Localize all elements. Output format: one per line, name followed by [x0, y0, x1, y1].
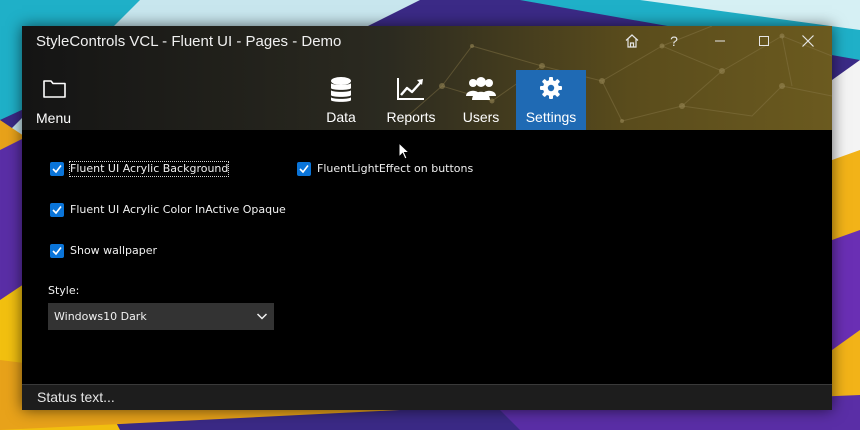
- settings-page: Fluent UI Acrylic Background Fluent UI A…: [22, 130, 832, 384]
- nav-tabs: Data Reports Users Settings: [306, 70, 586, 130]
- option-label: Fluent UI Acrylic Color InActive Opaque: [70, 203, 286, 216]
- tab-reports[interactable]: Reports: [376, 70, 446, 130]
- chevron-down-icon: [256, 313, 268, 320]
- check-icon: [52, 165, 62, 174]
- maximize-icon: [759, 36, 769, 46]
- help-button[interactable]: ?: [652, 26, 696, 56]
- database-icon: [331, 77, 351, 102]
- option-label: Fluent UI Acrylic Background: [68, 161, 230, 177]
- style-select[interactable]: Windows10 Dark: [48, 303, 274, 330]
- check-icon: [299, 165, 309, 174]
- tab-settings[interactable]: Settings: [516, 70, 586, 130]
- checkbox-checked[interactable]: [297, 162, 311, 176]
- minimize-icon: [715, 40, 725, 42]
- check-icon: [52, 247, 62, 256]
- option-show-wallpaper[interactable]: Show wallpaper: [50, 244, 157, 258]
- option-acrylic-color-inactive-opaque[interactable]: Fluent UI Acrylic Color InActive Opaque: [50, 203, 286, 217]
- app-window: StyleControls VCL - Fluent UI - Pages - …: [22, 26, 832, 410]
- folder-icon: [43, 80, 66, 98]
- status-bar: Status text...: [22, 384, 832, 410]
- help-icon: ?: [670, 33, 678, 49]
- window-title: StyleControls VCL - Fluent UI - Pages - …: [36, 33, 342, 50]
- check-icon: [52, 206, 62, 215]
- tab-data-label: Data: [326, 109, 356, 125]
- maximize-button[interactable]: [742, 26, 786, 56]
- title-header: StyleControls VCL - Fluent UI - Pages - …: [22, 26, 832, 130]
- option-label: FluentLightEffect on buttons: [317, 162, 474, 175]
- menu-button[interactable]: Menu: [28, 72, 90, 130]
- mouse-cursor-icon: [398, 142, 411, 160]
- close-button[interactable]: [786, 26, 830, 56]
- style-select-value: Windows10 Dark: [54, 310, 147, 323]
- users-icon: [466, 77, 496, 100]
- checkbox-checked[interactable]: [50, 244, 64, 258]
- option-acrylic-background[interactable]: Fluent UI Acrylic Background: [50, 161, 230, 177]
- tab-reports-label: Reports: [386, 109, 436, 125]
- home-icon: [625, 34, 639, 48]
- checkbox-checked[interactable]: [50, 203, 64, 217]
- tab-settings-label: Settings: [525, 109, 577, 125]
- tab-users[interactable]: Users: [446, 70, 516, 130]
- style-label: Style:: [48, 284, 80, 297]
- home-button[interactable]: [610, 26, 654, 56]
- tab-users-label: Users: [462, 109, 500, 125]
- tab-data[interactable]: Data: [306, 70, 376, 130]
- option-fluent-light-effect[interactable]: FluentLightEffect on buttons: [297, 162, 473, 176]
- close-icon: [802, 35, 814, 47]
- status-text: Status text...: [37, 389, 115, 405]
- minimize-button[interactable]: [698, 26, 742, 56]
- option-label: Show wallpaper: [70, 244, 158, 257]
- gear-icon: [540, 77, 562, 99]
- menu-label: Menu: [36, 110, 72, 126]
- checkbox-checked[interactable]: [50, 162, 64, 176]
- chart-line-icon: [397, 78, 424, 100]
